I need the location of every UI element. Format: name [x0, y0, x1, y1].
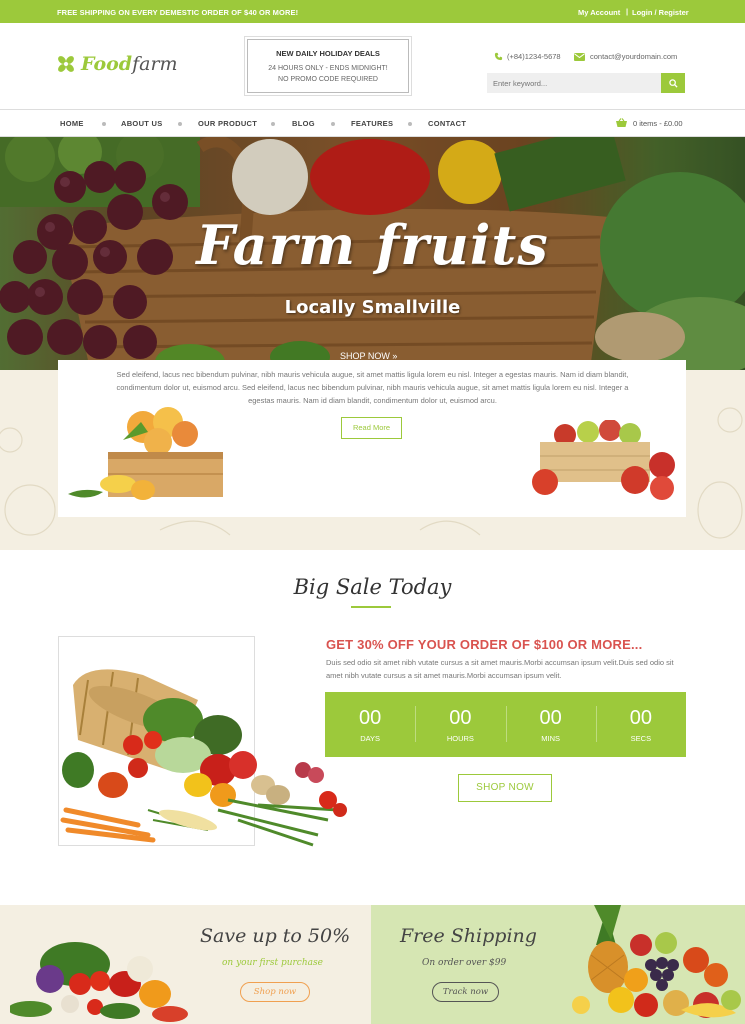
envelope-icon	[574, 52, 585, 61]
save-banner-subtitle: on your first purchase	[222, 958, 323, 968]
search-icon	[668, 78, 678, 88]
countdown-secs: 00 SECS	[595, 692, 686, 757]
topbar-separator: |	[626, 7, 629, 16]
peaches-crate-image	[68, 407, 223, 500]
hero-title: Farm fruits	[196, 213, 549, 277]
track-now-button[interactable]: Track now	[432, 982, 499, 1002]
deals-hours: 24 HOURS ONLY - ENDS MIDNIGHT!	[268, 65, 388, 72]
nav-blog[interactable]: BLOG	[292, 119, 315, 128]
daily-deals-box: NEW DAILY HOLIDAY DEALS 24 HOURS ONLY - …	[244, 36, 412, 96]
countdown-timer: 00 DAYS 00 HOURS 00 MINS 00 SECS	[325, 692, 686, 757]
countdown-days: 00 DAYS	[325, 692, 415, 757]
nav-features[interactable]: FEATURES	[351, 119, 393, 128]
email-address[interactable]: contact@yourdomain.com	[590, 52, 677, 61]
phone-number: (+84)1234-5678	[507, 52, 561, 61]
logo-text-food: Food	[81, 53, 133, 75]
save-banner: Save up to 50% on your first purchase Sh…	[0, 905, 371, 1024]
big-sale-heading: Big Sale Today	[293, 575, 452, 599]
apples-crate-image	[532, 420, 675, 500]
main-nav: HOME ABOUT US OUR PRODUCT BLOG FEATURES …	[0, 109, 745, 137]
leaf-logo-icon	[58, 56, 74, 72]
search-bar	[487, 73, 685, 93]
nav-separator-dot	[178, 122, 182, 126]
save-banner-title: Save up to 50%	[200, 925, 351, 947]
page: FREE SHIPPING ON EVERY DEMESTIC ORDER OF…	[0, 0, 745, 1024]
search-input[interactable]	[487, 73, 661, 93]
vegetable-basket-image	[60, 669, 347, 847]
countdown-value: 00	[539, 707, 562, 729]
login-register-link[interactable]: Login / Register	[632, 8, 689, 17]
fruit-pile-image	[572, 905, 741, 1018]
nav-about-us[interactable]: ABOUT US	[121, 119, 163, 128]
countdown-value: 00	[449, 707, 472, 729]
heading-underline	[351, 606, 391, 608]
shop-now-banner-button[interactable]: Shop now	[240, 982, 310, 1002]
vegetables-pile-image	[10, 942, 188, 1022]
countdown-label: HOURS	[446, 734, 474, 743]
nav-separator-dot	[102, 122, 106, 126]
search-button[interactable]	[661, 73, 685, 93]
shipping-notice: FREE SHIPPING ON EVERY DEMESTIC ORDER OF…	[57, 8, 299, 17]
deals-promo: NO PROMO CODE REQUIRED	[278, 76, 378, 83]
nav-separator-dot	[331, 122, 335, 126]
nav-our-product[interactable]: OUR PRODUCT	[198, 119, 257, 128]
hero-slider: Farm fruits Locally Smallville SHOP NOW …	[0, 137, 745, 370]
free-shipping-title: Free Shipping	[400, 925, 537, 947]
nav-home[interactable]: HOME	[60, 119, 84, 128]
countdown-label: SECS	[630, 734, 652, 743]
phone-contact: (+84)1234-5678	[494, 52, 561, 61]
free-shipping-subtitle: On order over $99	[422, 958, 507, 968]
email-contact: contact@yourdomain.com	[574, 52, 677, 61]
my-account-link[interactable]: My Account	[578, 8, 620, 17]
countdown-mins: 00 MINS	[505, 692, 596, 757]
countdown-label: MINS	[541, 734, 560, 743]
deals-title: NEW DAILY HOLIDAY DEALS	[276, 49, 380, 58]
phone-icon	[494, 52, 503, 61]
offer-title: GET 30% OFF YOUR ORDER OF $100 OR MORE..…	[326, 637, 643, 652]
intro-paragraph: Sed eleifend, lacus nec bibendum pulvina…	[116, 370, 629, 405]
countdown-label: DAYS	[360, 734, 381, 743]
cart-total: 0 items - £0.00	[633, 118, 683, 128]
cart-summary[interactable]: 0 items - £0.00	[615, 118, 683, 128]
top-bar: FREE SHIPPING ON EVERY DEMESTIC ORDER OF…	[0, 0, 745, 23]
logo-text: Foodfarm	[81, 53, 178, 75]
hero-subtitle: Locally Smallville	[284, 297, 461, 318]
shopping-basket-icon	[616, 118, 627, 127]
free-shipping-banner: Free Shipping On order over $99 Track no…	[371, 905, 745, 1024]
countdown-value: 00	[629, 707, 652, 729]
countdown-value: 00	[359, 707, 382, 729]
read-more-button[interactable]: Read More	[341, 417, 402, 439]
logo-text-farm: farm	[132, 53, 178, 75]
shop-now-button[interactable]: SHOP NOW	[458, 774, 552, 802]
countdown-hours: 00 HOURS	[415, 692, 505, 757]
nav-contact[interactable]: CONTACT	[428, 119, 466, 128]
logo[interactable]: Foodfarm	[57, 53, 178, 75]
nav-separator-dot	[408, 122, 412, 126]
offer-description: Duis sed odio sit amet nibh vutate cursu…	[326, 658, 674, 680]
nav-separator-dot	[271, 122, 275, 126]
